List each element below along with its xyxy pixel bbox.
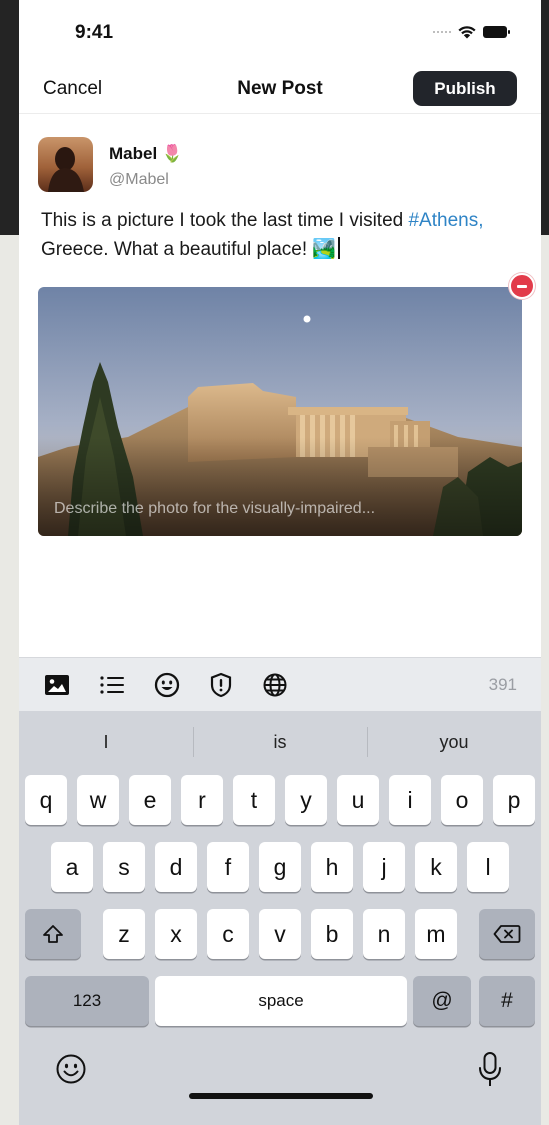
key-e[interactable]: e bbox=[129, 775, 171, 825]
author-handle: @Mabel bbox=[109, 171, 169, 188]
phone-screen: 9:41 Cancel New Post Publish Mabel 🌷 @Ma… bbox=[19, 0, 541, 1125]
status-bar: 9:41 bbox=[19, 0, 541, 60]
avatar-image bbox=[38, 137, 93, 192]
key-p[interactable]: p bbox=[493, 775, 535, 825]
compose-toolbar: 391 bbox=[19, 657, 541, 711]
publish-button[interactable]: Publish bbox=[413, 71, 517, 106]
numbers-key[interactable]: 123 bbox=[25, 976, 149, 1026]
key-l[interactable]: l bbox=[467, 842, 509, 892]
shift-key[interactable] bbox=[25, 909, 81, 959]
space-key[interactable]: space bbox=[155, 976, 407, 1026]
key-i[interactable]: i bbox=[389, 775, 431, 825]
backspace-icon bbox=[493, 925, 521, 943]
emoji-icon[interactable] bbox=[153, 671, 181, 699]
attached-photo[interactable]: Describe the photo for the visually-impa… bbox=[38, 287, 522, 536]
post-text-part: This is a picture I took the last time I… bbox=[41, 210, 409, 231]
hashtag-link[interactable]: #Athens, bbox=[408, 210, 483, 231]
emoji-keyboard-icon[interactable] bbox=[55, 1053, 87, 1085]
author-name: Mabel 🌷 bbox=[109, 144, 184, 163]
wifi-icon bbox=[458, 26, 476, 39]
key-z[interactable]: z bbox=[103, 909, 145, 959]
key-m[interactable]: m bbox=[415, 909, 457, 959]
suggestion-3[interactable]: you bbox=[367, 711, 541, 773]
backspace-key[interactable] bbox=[479, 909, 535, 959]
avatar[interactable] bbox=[38, 137, 93, 192]
cellular-signal-icon bbox=[433, 31, 451, 33]
keyboard: I is you q w e r t y u i o p a s d f g h… bbox=[19, 711, 541, 1125]
suggestion-1[interactable]: I bbox=[19, 711, 193, 773]
key-t[interactable]: t bbox=[233, 775, 275, 825]
key-v[interactable]: v bbox=[259, 909, 301, 959]
key-n[interactable]: n bbox=[363, 909, 405, 959]
key-y[interactable]: y bbox=[285, 775, 327, 825]
status-time: 9:41 bbox=[75, 22, 114, 43]
home-indicator[interactable] bbox=[189, 1093, 373, 1099]
key-u[interactable]: u bbox=[337, 775, 379, 825]
character-count: 391 bbox=[488, 675, 517, 694]
navigation-bar: Cancel New Post Publish bbox=[19, 64, 541, 114]
acropolis-photo-image bbox=[38, 287, 522, 536]
key-x[interactable]: x bbox=[155, 909, 197, 959]
image-icon[interactable] bbox=[43, 671, 71, 699]
hash-key[interactable]: # bbox=[479, 976, 535, 1026]
list-icon[interactable] bbox=[98, 671, 126, 699]
suggestion-2[interactable]: is bbox=[193, 711, 367, 773]
key-b[interactable]: b bbox=[311, 909, 353, 959]
post-text-editor[interactable]: This is a picture I took the last time I… bbox=[41, 206, 521, 264]
status-icons bbox=[433, 25, 510, 39]
microphone-icon[interactable] bbox=[475, 1051, 505, 1089]
cancel-button[interactable]: Cancel bbox=[43, 78, 102, 100]
key-f[interactable]: f bbox=[207, 842, 249, 892]
at-key[interactable]: @ bbox=[413, 976, 471, 1026]
key-o[interactable]: o bbox=[441, 775, 483, 825]
key-q[interactable]: q bbox=[25, 775, 67, 825]
shift-icon bbox=[43, 925, 63, 943]
key-r[interactable]: r bbox=[181, 775, 223, 825]
text-cursor bbox=[338, 237, 341, 259]
key-k[interactable]: k bbox=[415, 842, 457, 892]
key-d[interactable]: d bbox=[155, 842, 197, 892]
key-h[interactable]: h bbox=[311, 842, 353, 892]
key-j[interactable]: j bbox=[363, 842, 405, 892]
key-c[interactable]: c bbox=[207, 909, 249, 959]
globe-icon[interactable] bbox=[261, 671, 289, 699]
post-text-part-end: Greece. What a beautiful place! 🏞️ bbox=[41, 239, 337, 260]
key-w[interactable]: w bbox=[77, 775, 119, 825]
battery-icon bbox=[483, 26, 510, 38]
key-a[interactable]: a bbox=[51, 842, 93, 892]
content-warning-icon[interactable] bbox=[207, 671, 235, 699]
remove-photo-button[interactable] bbox=[509, 273, 535, 299]
key-g[interactable]: g bbox=[259, 842, 301, 892]
alt-text-input[interactable]: Describe the photo for the visually-impa… bbox=[54, 500, 375, 518]
key-s[interactable]: s bbox=[103, 842, 145, 892]
